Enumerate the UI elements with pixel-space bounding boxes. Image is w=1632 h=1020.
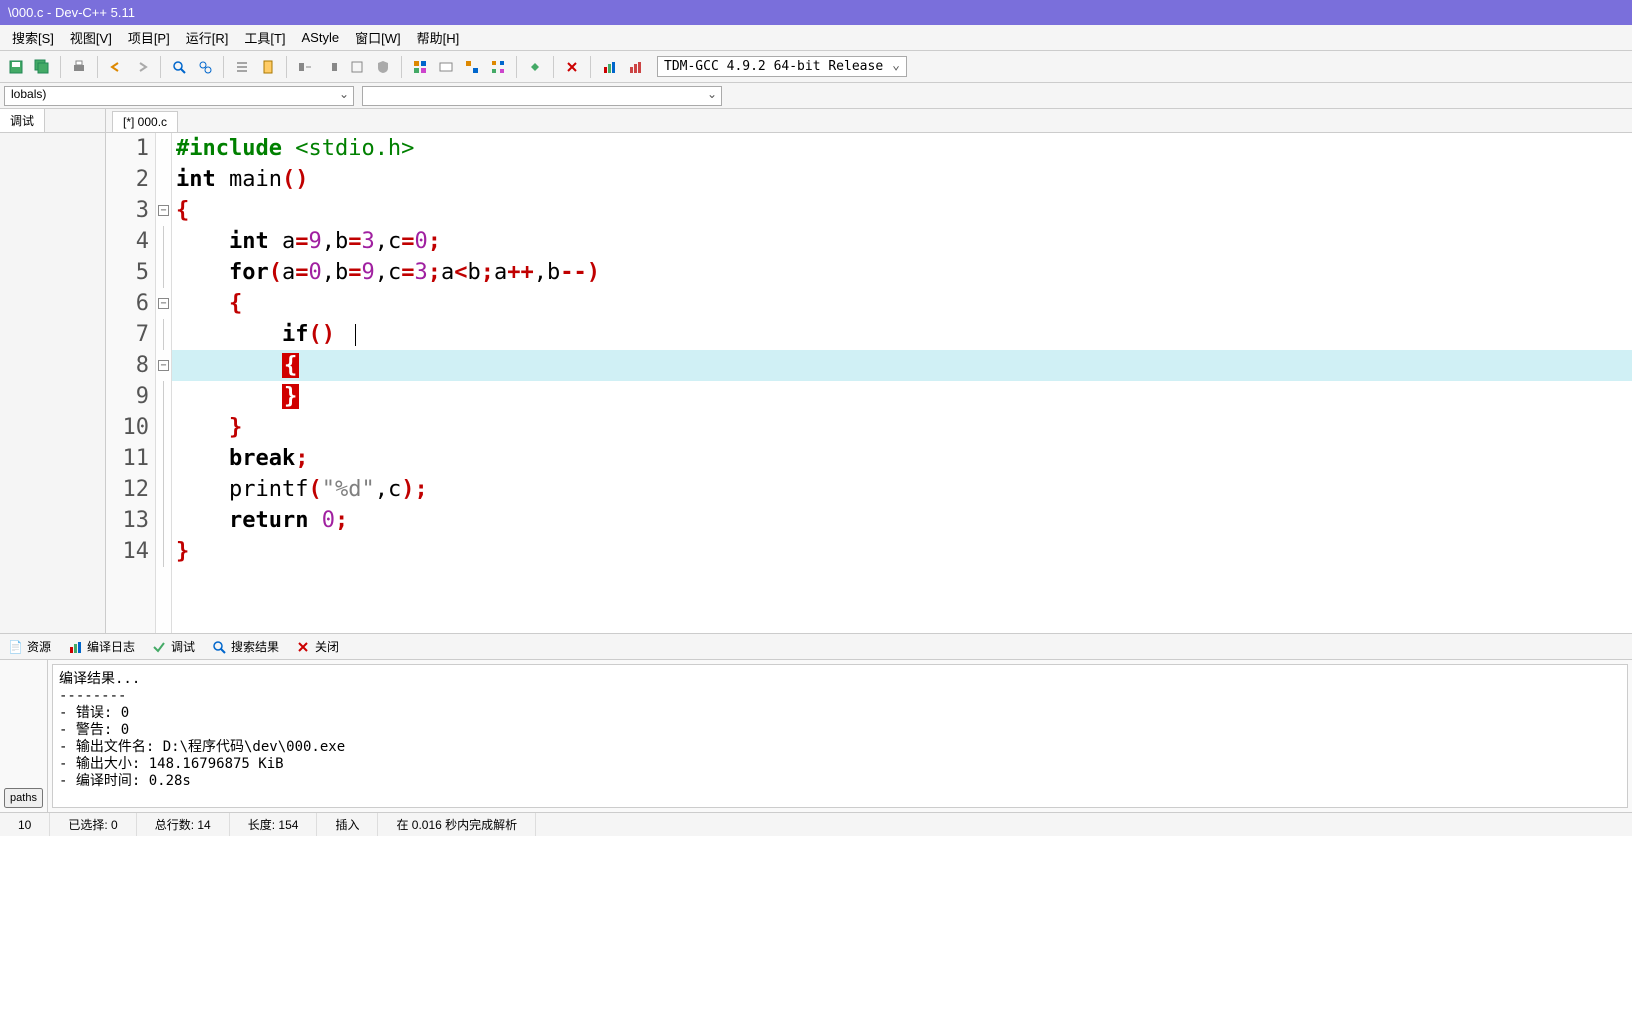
fold-column: − − −	[156, 133, 172, 633]
globals-dropdown[interactable]: lobals)	[4, 86, 354, 106]
menu-project[interactable]: 项目[P]	[120, 25, 178, 50]
fold-icon[interactable]: −	[158, 360, 169, 371]
profile-icon[interactable]	[597, 55, 621, 79]
status-bar: 10 已选择: 0 总行数: 14 长度: 154 插入 在 0.016 秒内完…	[0, 812, 1632, 836]
main-area: 调试 [*] 000.c 123 456 789 101112 1314 − −…	[0, 109, 1632, 633]
tab-close[interactable]: 关闭	[287, 635, 347, 658]
chart-icon	[67, 639, 83, 655]
print-icon[interactable]	[67, 55, 91, 79]
run-icon[interactable]	[434, 55, 458, 79]
fold-icon[interactable]: −	[158, 298, 169, 309]
find-icon[interactable]	[167, 55, 191, 79]
text-cursor	[355, 324, 356, 346]
undo-icon[interactable]	[104, 55, 128, 79]
tab-debug[interactable]: 调试	[143, 635, 203, 658]
status-parse: 在 0.016 秒内完成解析	[378, 813, 536, 836]
check-icon	[151, 639, 167, 655]
compile-run-icon[interactable]	[460, 55, 484, 79]
scope-bar: lobals)	[0, 83, 1632, 109]
list-icon[interactable]	[230, 55, 254, 79]
paths-button[interactable]: paths	[4, 788, 43, 808]
status-length: 长度: 154	[230, 813, 318, 836]
close-icon	[295, 639, 311, 655]
status-total-lines: 总行数: 14	[137, 813, 230, 836]
toolbar: TDM-GCC 4.9.2 64-bit Release	[0, 51, 1632, 83]
code-editor[interactable]: 123 456 789 101112 1314 − − − #include <…	[106, 133, 1632, 633]
shield-icon[interactable]	[371, 55, 395, 79]
members-dropdown[interactable]	[362, 86, 722, 106]
status-line-col: 10	[0, 813, 50, 836]
doc-icon: 📄	[8, 640, 23, 654]
compile-left-panel: paths	[0, 660, 48, 812]
menu-bar: 搜索[S] 视图[V] 项目[P] 运行[R] 工具[T] AStyle 窗口[…	[0, 25, 1632, 51]
menu-window[interactable]: 窗口[W]	[347, 25, 409, 50]
menu-view[interactable]: 视图[V]	[62, 25, 120, 50]
left-panel: 调试	[0, 109, 106, 633]
left-tab-debug[interactable]: 调试	[0, 109, 45, 132]
goto2-icon[interactable]	[319, 55, 343, 79]
compiler-dropdown[interactable]: TDM-GCC 4.9.2 64-bit Release	[657, 56, 907, 77]
code-content[interactable]: #include <stdio.h> int main() { int a=9,…	[172, 133, 1632, 633]
stop-icon[interactable]	[560, 55, 584, 79]
tab-resource[interactable]: 📄资源	[0, 635, 59, 658]
file-tab[interactable]: [*] 000.c	[112, 111, 178, 132]
delete-profile-icon[interactable]	[623, 55, 647, 79]
compile-output[interactable]: 编译结果... -------- - 错误: 0 - 警告: 0 - 输出文件名…	[52, 664, 1628, 808]
status-selected: 已选择: 0	[50, 813, 136, 836]
fold-icon[interactable]: −	[158, 205, 169, 216]
bottom-tabs: 📄资源 编译日志 调试 搜索结果 关闭	[0, 634, 1632, 660]
save-all-icon[interactable]	[30, 55, 54, 79]
menu-tools[interactable]: 工具[T]	[236, 25, 293, 50]
compile-icon[interactable]	[408, 55, 432, 79]
insert-icon[interactable]	[345, 55, 369, 79]
debug-icon[interactable]	[523, 55, 547, 79]
line-gutter: 123 456 789 101112 1314	[106, 133, 156, 633]
search-icon	[211, 639, 227, 655]
redo-icon[interactable]	[130, 55, 154, 79]
tab-compile-log[interactable]: 编译日志	[59, 635, 143, 658]
status-mode: 插入	[317, 813, 378, 836]
bottom-panel: 📄资源 编译日志 调试 搜索结果 关闭 paths 编译结果... ------…	[0, 633, 1632, 812]
replace-icon[interactable]	[193, 55, 217, 79]
title-bar: \000.c - Dev-C++ 5.11	[0, 0, 1632, 25]
editor-area: [*] 000.c 123 456 789 101112 1314 − − −	[106, 109, 1632, 633]
file-tabs: [*] 000.c	[106, 109, 1632, 133]
goto-icon[interactable]	[293, 55, 317, 79]
bookmark-icon[interactable]	[256, 55, 280, 79]
menu-help[interactable]: 帮助[H]	[409, 25, 468, 50]
menu-search[interactable]: 搜索[S]	[4, 25, 62, 50]
menu-astyle[interactable]: AStyle	[294, 27, 348, 48]
menu-run[interactable]: 运行[R]	[178, 25, 237, 50]
save-icon[interactable]	[4, 55, 28, 79]
window-title: \000.c - Dev-C++ 5.11	[8, 5, 135, 20]
tab-search-result[interactable]: 搜索结果	[203, 635, 287, 658]
rebuild-icon[interactable]	[486, 55, 510, 79]
